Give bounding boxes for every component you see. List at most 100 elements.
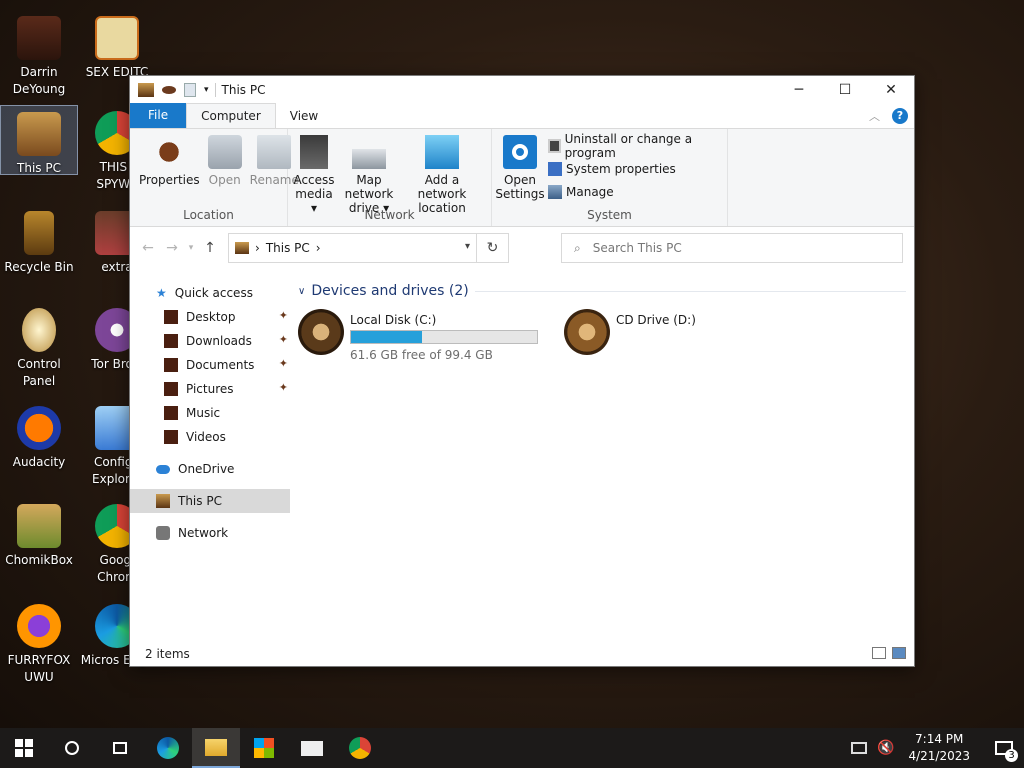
clock[interactable]: 7:14 PM 4/21/2023 [908, 731, 970, 765]
uninstall-program-button[interactable]: Uninstall or change a program [548, 132, 721, 160]
group-network: Access media ▾ Map network drive ▾ Add a… [288, 129, 492, 226]
forward-arrow-icon[interactable]: → [162, 240, 182, 256]
address-dropdown-icon[interactable]: ▾ [465, 241, 470, 252]
nav-documents[interactable]: Documents ✦ [130, 353, 290, 377]
taskbar-mail[interactable] [288, 728, 336, 768]
computer-icon [156, 494, 170, 508]
gear-icon [503, 135, 537, 169]
breadcrumb-separator: › [255, 241, 260, 255]
window-title: This PC [221, 83, 266, 97]
recycle-bin-icon [24, 211, 54, 255]
help-icon[interactable]: ? [892, 108, 908, 124]
address-bar[interactable]: › This PC › ▾ ↻ [228, 233, 509, 263]
store-icon [254, 738, 274, 758]
search-input[interactable]: Search This PC [593, 241, 682, 255]
task-view-icon [113, 742, 127, 754]
back-arrow-icon[interactable]: ← [138, 240, 158, 256]
volume-muted-icon[interactable]: 🔇 [877, 740, 894, 756]
search-button[interactable] [48, 728, 96, 768]
nav-network[interactable]: Network [130, 521, 290, 545]
properties-button[interactable]: Properties [136, 133, 203, 189]
desktop-icon-recycle-bin[interactable]: Recycle Bin [0, 205, 78, 276]
search-box[interactable]: ⌕ Search This PC [561, 233, 903, 263]
pin-icon: ✦ [278, 333, 288, 346]
manage-button[interactable]: Manage [548, 183, 721, 201]
chomikbox-icon [17, 504, 61, 548]
notifications-button[interactable]: 3 [984, 728, 1024, 768]
details-view-icon[interactable] [872, 647, 886, 659]
desktop-icon-control-panel[interactable]: Control Panel [0, 302, 78, 390]
maximize-button[interactable]: ☐ [822, 76, 868, 104]
taskbar-file-explorer[interactable] [192, 728, 240, 768]
network-drive-icon [352, 149, 386, 169]
system-properties-button[interactable]: System properties [548, 160, 721, 178]
content-pane: ∨ Devices and drives (2) Local Disk (C:)… [298, 281, 906, 362]
desktop-icon-sex-editor[interactable]: SEX EDITC [78, 10, 156, 81]
new-folder-quick-icon[interactable] [184, 83, 196, 97]
tab-computer[interactable]: Computer [186, 103, 276, 128]
desktop-icon-this-pc[interactable]: This PC [0, 105, 78, 175]
network-icon[interactable] [851, 742, 868, 754]
large-icons-view-icon[interactable] [892, 647, 906, 659]
nav-desktop[interactable]: Desktop ✦ [130, 305, 290, 329]
taskbar: 🔇 7:14 PM 4/21/2023 3 [0, 728, 1024, 768]
breadcrumb-separator: › [315, 241, 321, 255]
hard-drive-icon [298, 309, 344, 355]
nav-this-pc[interactable]: This PC [130, 489, 290, 513]
network-icon [156, 526, 170, 540]
nav-onedrive[interactable]: OneDrive [130, 457, 290, 481]
taskbar-chrome[interactable] [336, 728, 384, 768]
devices-drives-group[interactable]: ∨ Devices and drives (2) [298, 281, 906, 301]
drive-cd-drive-d[interactable]: CD Drive (D:) [564, 309, 816, 361]
map-network-drive-button[interactable]: Map network drive ▾ [336, 133, 402, 217]
uninstall-icon [548, 139, 561, 153]
drive-local-disk-c[interactable]: Local Disk (C:) 61.6 GB free of 99.4 GB [298, 309, 550, 362]
add-network-location-button[interactable]: Add a network location [404, 133, 480, 217]
customize-quick-access-icon[interactable]: ▾ [204, 85, 209, 95]
mail-icon [301, 740, 323, 756]
status-bar: 2 items [130, 642, 914, 666]
cd-drive-icon [564, 309, 610, 355]
collapse-ribbon-icon[interactable]: ︿ [869, 108, 880, 124]
navigation-pane: ★ Quick access Desktop ✦ Downloads ✦ Doc… [130, 281, 290, 641]
pin-icon: ✦ [278, 381, 288, 394]
computer-icon [17, 112, 61, 156]
nav-music[interactable]: Music [130, 401, 290, 425]
start-button[interactable] [0, 728, 48, 768]
up-arrow-icon[interactable]: ↑ [200, 240, 220, 256]
media-server-icon [300, 135, 328, 169]
item-count: 2 items [145, 647, 190, 661]
desktop-icon-furryfox[interactable]: FURRYFOX UWU [0, 598, 78, 686]
taskbar-edge[interactable] [144, 728, 192, 768]
taskbar-store[interactable] [240, 728, 288, 768]
open-button[interactable]: Open [205, 133, 245, 189]
ribbon-tabs: File Computer View ︿ ? [130, 103, 914, 129]
nav-downloads[interactable]: Downloads ✦ [130, 329, 290, 353]
nav-pictures[interactable]: Pictures ✦ [130, 377, 290, 401]
drive-name: CD Drive (D:) [616, 313, 696, 327]
firefox-icon [17, 604, 61, 648]
desktop-icon-chomikbox[interactable]: ChomikBox [0, 498, 78, 569]
desktop-icon-darrin-deyoung[interactable]: Darrin DeYoung [0, 10, 78, 98]
nav-videos[interactable]: Videos [130, 425, 290, 449]
close-button[interactable]: ✕ [868, 76, 914, 104]
tab-view[interactable]: View [276, 105, 332, 128]
properties-quick-icon[interactable] [162, 86, 176, 94]
tab-file[interactable]: File [130, 103, 187, 128]
edge-icon [157, 737, 179, 759]
chrome-icon [349, 737, 371, 759]
title-bar[interactable]: ▾ This PC ─ ☐ ✕ [130, 76, 914, 104]
recent-locations-icon[interactable]: ▾ [186, 243, 196, 253]
desktop-icon-audacity[interactable]: Audacity [0, 400, 78, 471]
breadcrumb-this-pc[interactable]: This PC [266, 241, 310, 255]
task-view-button[interactable] [96, 728, 144, 768]
minimize-button[interactable]: ─ [776, 76, 822, 104]
computer-icon [235, 242, 249, 254]
nav-quick-access[interactable]: ★ Quick access [130, 281, 290, 305]
ribbon: Properties Open Rename Location Access m… [130, 129, 914, 227]
search-icon: ⌕ [574, 240, 581, 255]
manage-icon [548, 185, 562, 199]
refresh-icon[interactable]: ↻ [476, 234, 508, 262]
open-settings-button[interactable]: Open Settings [495, 133, 545, 203]
access-media-button[interactable]: Access media ▾ [293, 133, 335, 217]
